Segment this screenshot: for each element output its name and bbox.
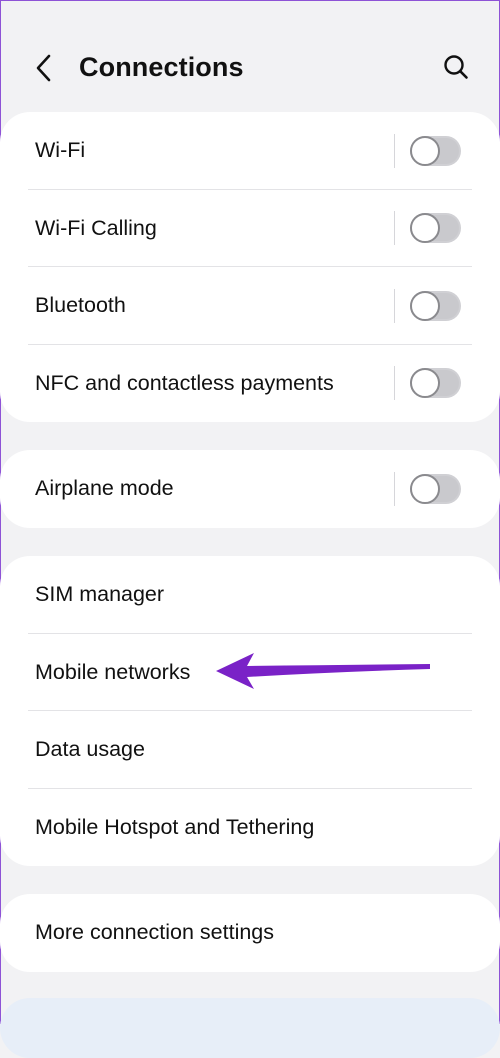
connections-group-1: Wi-Fi Wi-Fi Calling Bluetooth NFC and co…: [0, 112, 500, 422]
app-header: Connections: [0, 30, 500, 108]
page-title: Connections: [79, 52, 244, 82]
suggestion-card-partial: [0, 998, 500, 1058]
setting-row-wifi-calling[interactable]: Wi-Fi Calling: [0, 190, 500, 267]
toggle-separator: [394, 133, 395, 168]
search-button[interactable]: [438, 49, 474, 85]
back-button[interactable]: [26, 50, 62, 86]
setting-row-wifi[interactable]: Wi-Fi: [0, 112, 500, 190]
search-icon: [444, 55, 468, 79]
setting-row-more-connection-settings[interactable]: More connection settings: [0, 894, 500, 972]
setting-label: Bluetooth: [35, 293, 126, 318]
wifi-calling-toggle[interactable]: [410, 213, 461, 244]
setting-label: Airplane mode: [35, 476, 174, 501]
setting-label: More connection settings: [35, 920, 275, 945]
setting-label: Mobile networks: [35, 659, 191, 684]
toggle-knob: [410, 135, 440, 166]
setting-label: Data usage: [35, 737, 145, 762]
setting-row-sim-manager[interactable]: SIM manager: [0, 556, 500, 634]
toggle-separator: [394, 288, 395, 323]
connections-group-2: Airplane mode: [0, 450, 500, 528]
wifi-toggle[interactable]: [410, 135, 461, 166]
setting-label: NFC and contactless payments: [35, 370, 334, 395]
setting-row-mobile-networks[interactable]: Mobile networks: [0, 634, 500, 711]
setting-row-airplane-mode[interactable]: Airplane mode: [0, 450, 500, 528]
setting-row-data-usage[interactable]: Data usage: [0, 711, 500, 789]
airplane-mode-toggle[interactable]: [410, 473, 461, 504]
connections-group-4: More connection settings: [0, 894, 500, 972]
toggle-separator: [394, 366, 395, 401]
setting-row-bluetooth[interactable]: Bluetooth: [0, 267, 500, 345]
setting-label: Wi-Fi Calling: [35, 215, 157, 240]
setting-label: SIM manager: [35, 582, 165, 607]
setting-row-mobile-hotspot[interactable]: Mobile Hotspot and Tethering: [0, 789, 500, 867]
chevron-left-icon: [36, 54, 51, 82]
toggle-separator: [394, 471, 395, 506]
setting-row-nfc[interactable]: NFC and contactless payments: [0, 345, 500, 423]
connections-group-3: SIM manager Mobile networks Data usage M…: [0, 556, 500, 866]
nfc-toggle[interactable]: [410, 368, 461, 399]
bluetooth-toggle[interactable]: [410, 290, 461, 321]
setting-label: Mobile Hotspot and Tethering: [35, 814, 315, 839]
toggle-separator: [394, 211, 395, 246]
setting-label: Wi-Fi: [35, 138, 86, 163]
toggle-knob: [410, 473, 440, 504]
toggle-knob: [410, 290, 440, 321]
